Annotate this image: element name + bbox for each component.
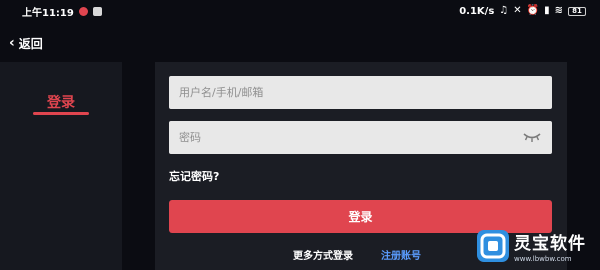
username-field[interactable] xyxy=(169,76,552,109)
eye-closed-icon[interactable] xyxy=(522,131,542,143)
signal-icon: ▮ xyxy=(544,5,550,16)
mute-icon: ✕ xyxy=(513,5,522,16)
battery-icon: 81 xyxy=(568,6,586,16)
net-speed: 0.1K/s xyxy=(459,5,495,17)
watermark-title: 灵宝软件 xyxy=(514,234,586,254)
tab-login-underline xyxy=(33,112,89,115)
watermark: 灵宝软件 www.lbwbw.com xyxy=(476,222,600,270)
back-button[interactable]: ‹ 返回 xyxy=(0,30,200,56)
login-screen: 上午11:19 0.1K/s ♫ ✕ ⏰ ▮ ≋ 81 ‹ 返回 登录 用户名/… xyxy=(0,0,600,270)
alarm-icon: ⏰ xyxy=(526,5,540,16)
watermark-text: 灵宝软件 www.lbwbw.com xyxy=(514,229,586,263)
watermark-logo-icon xyxy=(477,230,509,262)
status-left: 上午11:19 xyxy=(22,4,102,19)
watermark-url: www.lbwbw.com xyxy=(514,255,572,263)
app-notification-icon xyxy=(92,6,102,16)
back-label: 返回 xyxy=(18,36,43,51)
status-bar: 上午11:19 0.1K/s ♫ ✕ ⏰ ▮ ≋ 81 xyxy=(0,0,600,22)
status-right: 0.1K/s ♫ ✕ ⏰ ▮ ≋ 81 xyxy=(459,6,586,17)
password-input[interactable] xyxy=(179,131,499,144)
username-input[interactable] xyxy=(179,86,499,99)
more-login-link[interactable]: 更多方式登录 xyxy=(293,247,353,262)
headset-icon: ♫ xyxy=(499,5,509,16)
status-time: 上午11:19 xyxy=(22,7,74,19)
register-link[interactable]: 注册账号 xyxy=(381,247,421,262)
forgot-password-link[interactable]: 忘记密码? xyxy=(169,168,219,184)
notification-icon xyxy=(78,6,88,16)
password-field[interactable] xyxy=(169,121,552,154)
chevron-left-icon: ‹ xyxy=(9,35,15,51)
wifi-icon: ≋ xyxy=(554,5,563,16)
